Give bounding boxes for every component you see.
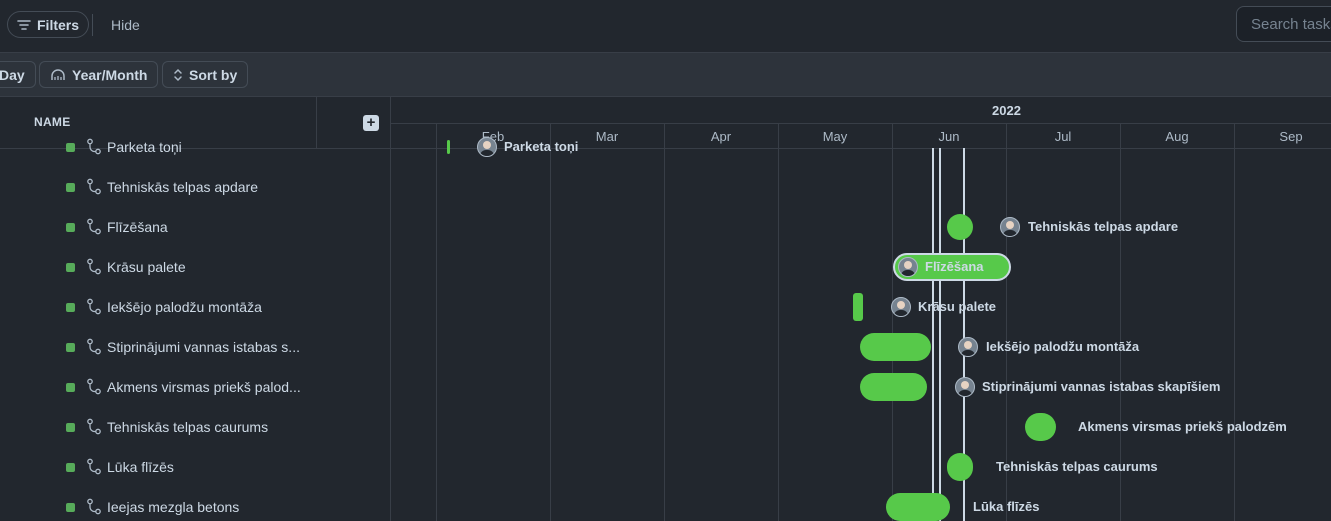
task-row[interactable]: Krāsu palete bbox=[0, 247, 390, 287]
task-row[interactable]: Tehniskās telpas caurums bbox=[0, 407, 390, 447]
filters-button[interactable]: Filters bbox=[7, 11, 90, 38]
assignee-avatar[interactable] bbox=[898, 257, 918, 277]
task-bar[interactable] bbox=[447, 140, 450, 154]
task-name: Krāsu palete bbox=[107, 259, 186, 275]
month-gridline bbox=[436, 123, 437, 521]
task-bar-label: Tehniskās telpas apdare bbox=[1028, 219, 1179, 234]
status-dot bbox=[66, 143, 75, 152]
assignee-avatar[interactable] bbox=[1000, 217, 1020, 237]
month-gridline bbox=[550, 123, 551, 521]
task-bar-label: Parketa toņi bbox=[504, 139, 579, 154]
task-bar[interactable] bbox=[947, 453, 973, 481]
task-bar[interactable] bbox=[947, 214, 973, 240]
month-label: Apr bbox=[710, 129, 732, 144]
status-dot bbox=[66, 423, 75, 432]
task-row[interactable]: Flīzēšana bbox=[0, 207, 390, 247]
sort-icon bbox=[174, 68, 182, 81]
status-dot bbox=[66, 343, 75, 352]
status-dot bbox=[66, 463, 75, 472]
subtask-branch-icon bbox=[87, 298, 101, 315]
zoom-scale-icon bbox=[51, 68, 65, 80]
subtask-branch-icon bbox=[87, 418, 101, 435]
task-name: Flīzēšana bbox=[107, 219, 168, 235]
assignee-avatar[interactable] bbox=[477, 137, 497, 157]
task-name: Tehniskās telpas apdare bbox=[107, 179, 258, 195]
status-dot bbox=[66, 503, 75, 512]
task-row[interactable]: Lūka flīzēs bbox=[0, 447, 390, 487]
task-list-pane: NAME + Parketa toņi Tehniskās telpas apda… bbox=[0, 97, 391, 521]
filters-label: Filters bbox=[37, 16, 80, 33]
task-bar[interactable] bbox=[886, 493, 950, 521]
month-gridline bbox=[1234, 123, 1235, 521]
hide-button[interactable]: Hide bbox=[111, 17, 140, 33]
task-name: Lūka flīzēs bbox=[107, 459, 174, 475]
assignee-avatar[interactable] bbox=[958, 337, 978, 357]
year-month-label: Year/Month bbox=[72, 66, 148, 83]
date-marker bbox=[939, 148, 941, 521]
task-bar[interactable] bbox=[860, 333, 931, 361]
task-name: Akmens virsmas priekš palod... bbox=[107, 379, 301, 395]
month-label: May bbox=[822, 129, 848, 144]
task-name: Stiprinājumi vannas istabas s... bbox=[107, 339, 300, 355]
task-row[interactable]: Iekšējo palodžu montāža bbox=[0, 287, 390, 327]
sort-by-button[interactable]: Sort by bbox=[162, 61, 249, 88]
task-name: Ieejas mezgla betons bbox=[107, 499, 240, 515]
year-month-button[interactable]: Year/Month bbox=[39, 61, 159, 88]
subtask-branch-icon bbox=[87, 138, 101, 155]
subtask-branch-icon bbox=[87, 458, 101, 475]
assignee-avatar[interactable] bbox=[891, 297, 911, 317]
subtask-branch-icon bbox=[87, 218, 101, 235]
status-dot bbox=[66, 223, 75, 232]
task-bar-label: Flīzēšana bbox=[925, 259, 984, 274]
month-label: Jun bbox=[938, 129, 960, 144]
task-bar-label: Krāsu palete bbox=[918, 299, 997, 314]
task-bar-label: Tehniskās telpas caurums bbox=[996, 459, 1158, 474]
day-button[interactable]: Day bbox=[0, 61, 36, 88]
status-dot bbox=[66, 383, 75, 392]
task-bar[interactable] bbox=[853, 293, 863, 321]
year-header: 2022 bbox=[391, 97, 1331, 124]
month-label: Sep bbox=[1279, 129, 1303, 144]
gantt-timeline: 2022 Feb Mar Apr May Jun Jul Aug Sep Parketa to… bbox=[391, 97, 1331, 521]
year-label: 2022 bbox=[992, 103, 1021, 118]
day-label: Day bbox=[0, 66, 25, 83]
month-label: Mar bbox=[595, 129, 619, 144]
filter-icon bbox=[17, 19, 31, 30]
status-dot bbox=[66, 303, 75, 312]
month-gridline bbox=[778, 123, 779, 521]
month-label: Aug bbox=[1165, 129, 1189, 144]
view-toolbar: Day Year/Month Sort by bbox=[0, 53, 1331, 97]
task-bar-label: Akmens virsmas priekš palodzēm bbox=[1078, 419, 1287, 434]
subtask-branch-icon bbox=[87, 338, 101, 355]
task-name: Parketa toņi bbox=[107, 139, 182, 155]
task-bar-label: Iekšējo palodžu montāža bbox=[986, 339, 1140, 354]
subtask-branch-icon bbox=[87, 258, 101, 275]
today-marker bbox=[932, 148, 934, 521]
status-dot bbox=[66, 263, 75, 272]
month-gridline bbox=[664, 123, 665, 521]
subtask-branch-icon bbox=[87, 178, 101, 195]
task-row[interactable]: Parketa toņi bbox=[0, 127, 390, 167]
top-toolbar: Filters Hide Search tasks bbox=[0, 0, 1331, 53]
task-bar-label: Lūka flīzēs bbox=[973, 499, 1040, 514]
task-bar[interactable] bbox=[1025, 413, 1056, 441]
month-gridline bbox=[892, 123, 893, 521]
task-name: Tehniskās telpas caurums bbox=[107, 419, 269, 435]
assignee-avatar[interactable] bbox=[955, 377, 975, 397]
task-row[interactable]: Tehniskās telpas apdare bbox=[0, 167, 390, 207]
task-bar-label: Stiprinājumi vannas istabas skapīšiem bbox=[982, 379, 1221, 394]
task-name: Iekšējo palodžu montāža bbox=[107, 299, 262, 315]
status-dot bbox=[66, 183, 75, 192]
month-label: Jul bbox=[1054, 129, 1072, 144]
task-row[interactable]: Stiprinājumi vannas istabas s... bbox=[0, 327, 390, 367]
task-bar[interactable] bbox=[860, 373, 927, 401]
sort-by-label: Sort by bbox=[189, 66, 238, 83]
search-input[interactable]: Search tasks bbox=[1236, 6, 1331, 42]
subtask-branch-icon bbox=[87, 378, 101, 395]
subtask-branch-icon bbox=[87, 498, 101, 515]
task-row[interactable]: Akmens virsmas priekš palod... bbox=[0, 367, 390, 407]
task-row[interactable]: Ieejas mezgla betons bbox=[0, 487, 390, 521]
toolbar-divider bbox=[92, 14, 93, 36]
